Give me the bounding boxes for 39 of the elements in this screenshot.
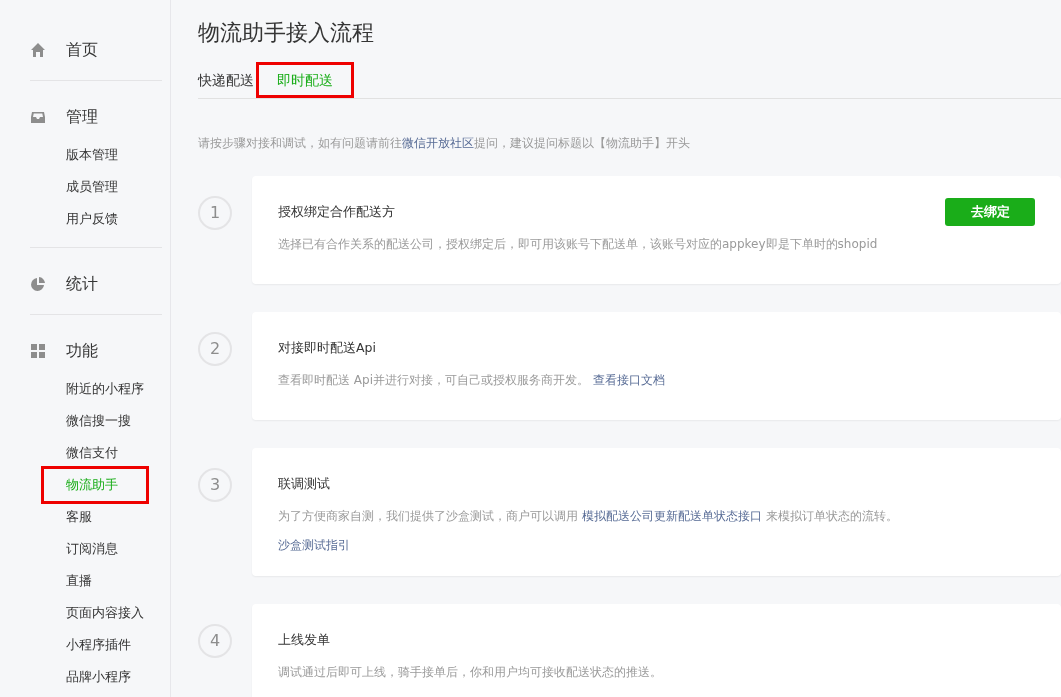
step-title: 授权绑定合作配送方 [278, 203, 395, 221]
inbox-icon [30, 109, 46, 125]
step-description: 选择已有合作关系的配送公司，授权绑定后，即可用该账号下配送单，该账号对应的appkey即是下单时的shopid [278, 236, 879, 253]
step-description: 调试通过后即可上线，骑手接单后，你和用户均可接收配送状态的推送。 [278, 664, 663, 681]
sidebar-item[interactable]: 成员管理 [66, 171, 162, 203]
step-title: 对接即时配送Api [278, 339, 376, 357]
sidebar-item[interactable]: 微信搜一搜 [66, 405, 162, 437]
home-icon [30, 42, 46, 58]
step-title: 上线发单 [278, 631, 330, 649]
step-description: 查看即时配送 Api并进行对接，可自己或授权服务商开发。 查看接口文档 [278, 372, 666, 389]
step-number: 3 [198, 468, 232, 502]
sidebar-section[interactable]: 管理 [66, 106, 98, 128]
step-title: 联调测试 [278, 475, 330, 493]
link[interactable]: 模拟配送公司更新配送单状态接口 [581, 509, 762, 523]
sidebar-item[interactable]: 客服 [66, 501, 162, 533]
sidebar-section[interactable]: 统计 [66, 273, 98, 295]
sidebar-item[interactable]: 直播 [66, 565, 162, 597]
intro-text: 请按步骤对接和调试，如有问题请前往微信开放社区提问，建议提问标题以【物流助手】开头 [198, 135, 691, 152]
sidebar-item[interactable]: 微信支付 [66, 437, 162, 469]
sidebar-item[interactable]: 小程序插件 [66, 629, 162, 661]
sidebar-item[interactable]: 附近的小程序 [66, 373, 162, 405]
link[interactable]: 沙盒测试指引 [278, 538, 350, 552]
step-number: 2 [198, 332, 232, 366]
tab[interactable]: 快递配送 [198, 62, 256, 98]
page-title: 物流助手接入流程 [198, 19, 375, 47]
sidebar-item[interactable]: 订阅消息 [66, 533, 162, 565]
link[interactable]: 微信开放社区 [402, 136, 474, 150]
step-number: 4 [198, 624, 232, 658]
sidebar-section[interactable]: 首页 [66, 39, 98, 61]
sidebar-section[interactable]: 功能 [66, 340, 98, 362]
grid-icon [30, 343, 46, 359]
sidebar-item[interactable]: 用户反馈 [66, 203, 162, 235]
step-description: 为了方便商家自测，我们提供了沙盒测试，商户可以调用 模拟配送公司更新配送单状态接口 来模拟订单状态的流转。 [278, 508, 899, 525]
link[interactable]: 查看接口文档 [592, 373, 665, 387]
step-number: 1 [198, 196, 232, 230]
sidebar-item[interactable]: 版本管理 [66, 139, 162, 171]
pie-chart-icon [30, 276, 46, 292]
sidebar-item[interactable]: 品牌小程序 [66, 661, 162, 693]
sidebar-item[interactable]: 页面内容接入 [66, 597, 162, 629]
